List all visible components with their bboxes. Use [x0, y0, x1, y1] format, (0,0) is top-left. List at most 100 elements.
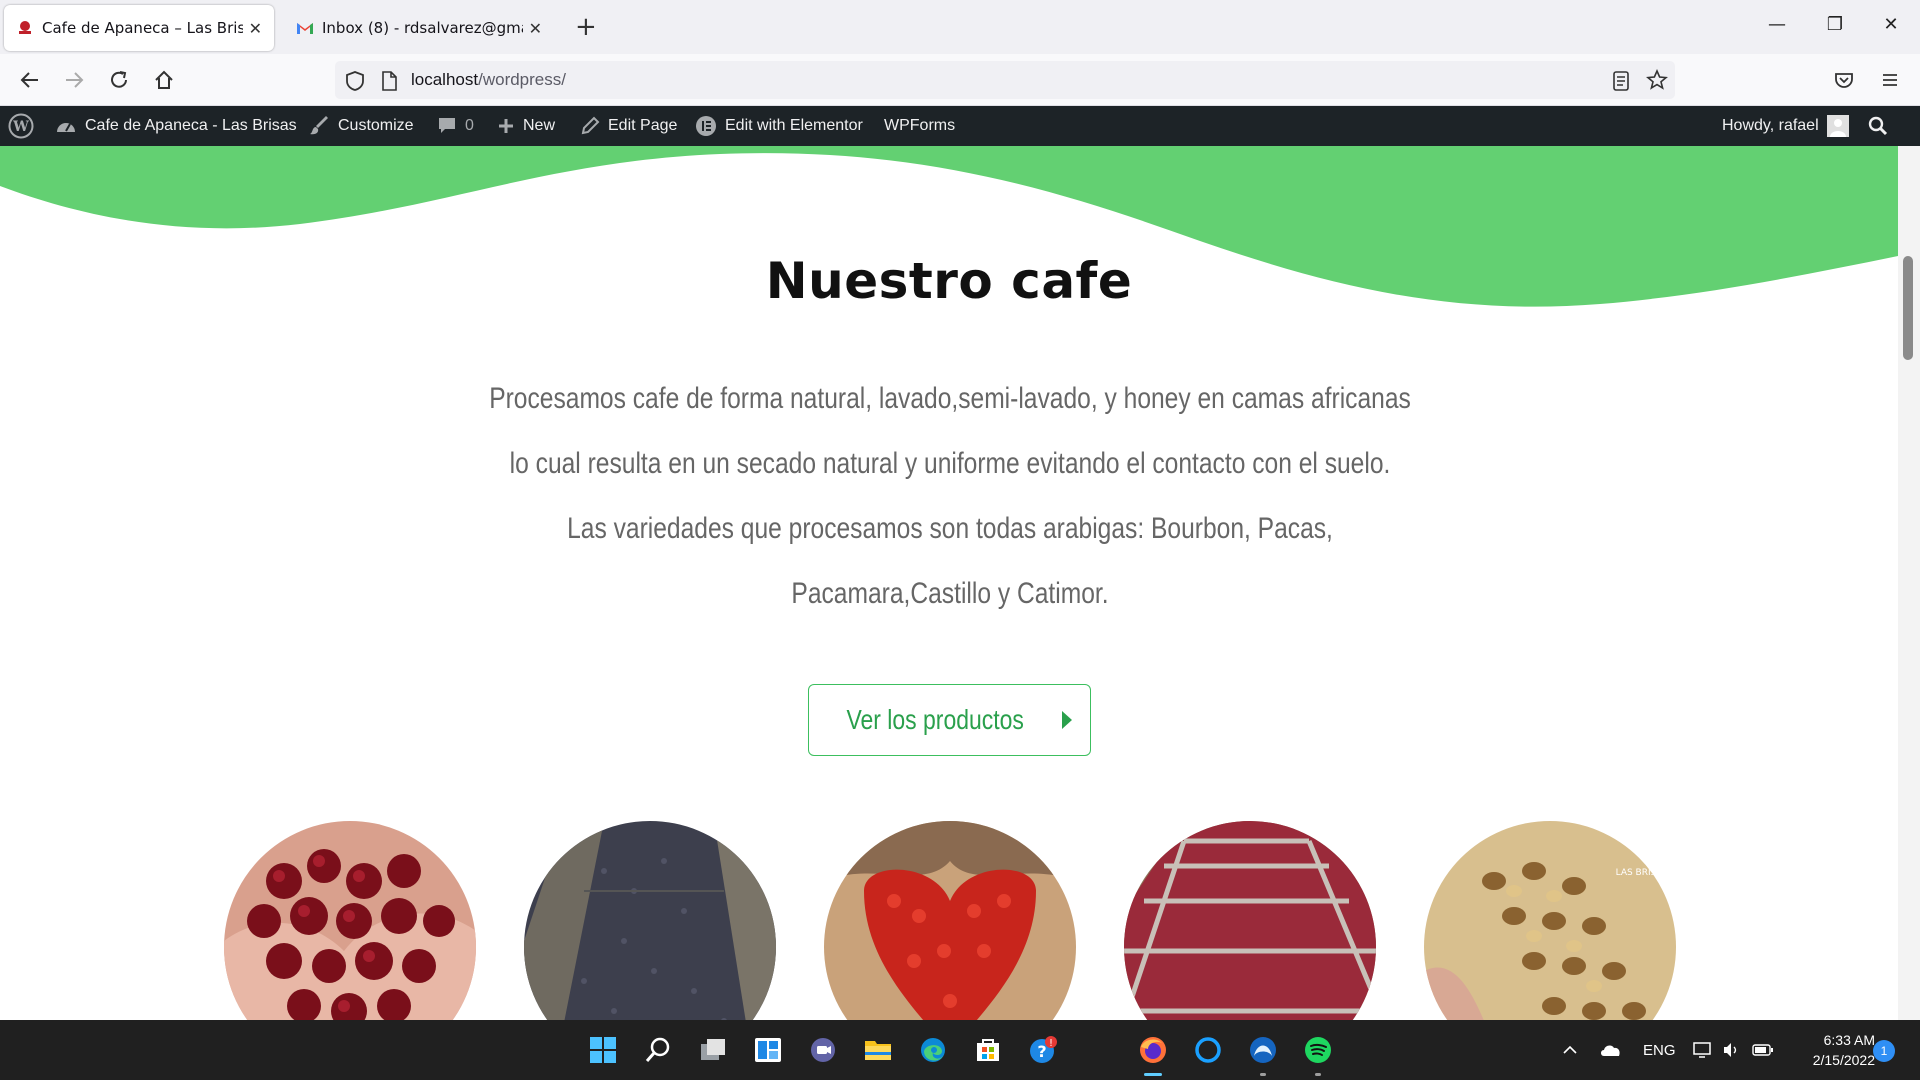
back-icon[interactable]	[14, 64, 46, 96]
tab-gmail-inbox[interactable]: Inbox (8) - rdsalvarez@gmail.co ✕	[284, 5, 554, 51]
minimize-icon[interactable]: —	[1762, 10, 1792, 40]
edge-icon[interactable]	[918, 1035, 948, 1065]
plus-icon	[497, 117, 515, 135]
url-path: /wordpress/	[478, 70, 566, 89]
address-bar[interactable]: localhost/wordpress/	[335, 61, 1675, 99]
firefox-active-indicator	[1144, 1073, 1162, 1076]
view-products-button[interactable]: Ver los productos	[808, 684, 1091, 756]
pencil-icon	[580, 116, 600, 136]
site-name-label: Cafe de Apaneca - Las Brisas	[85, 117, 297, 134]
svg-text:!: !	[1049, 1038, 1053, 1049]
page-icon	[382, 71, 397, 91]
admin-comments[interactable]: 0	[437, 106, 474, 146]
new-tab-icon[interactable]: +	[575, 12, 597, 42]
tray-chevron-up-icon[interactable]	[1562, 1020, 1578, 1080]
app-icon[interactable]	[1248, 1035, 1278, 1065]
caret-right-icon	[1061, 711, 1072, 729]
reader-view-icon[interactable]	[1611, 70, 1631, 92]
gmail-icon	[297, 23, 313, 34]
section-paragraph: Procesamos cafe de forma natural, lavado…	[483, 366, 1418, 626]
language-indicator[interactable]: ENG	[1643, 1020, 1676, 1080]
wordpress-logo-icon[interactable]: W	[8, 106, 34, 146]
teams-chat-icon[interactable]	[808, 1035, 838, 1065]
dashboard-icon	[55, 116, 77, 136]
photo-cherries-heart-on-sack	[824, 821, 1076, 1020]
admin-wpforms[interactable]: WPForms	[884, 106, 955, 146]
view-products-label: Ver los productos	[846, 704, 1025, 735]
admin-site-name[interactable]: Cafe de Apaneca - Las Brisas	[55, 106, 297, 146]
restore-icon[interactable]: ❐	[1820, 10, 1850, 40]
scrollbar-thumb[interactable]	[1903, 256, 1913, 360]
notification-badge[interactable]: 1	[1873, 1040, 1895, 1062]
firefox-icon[interactable]	[1138, 1035, 1168, 1065]
tab-label: Inbox (8) - rdsalvarez@gmail.co	[322, 19, 523, 37]
svg-text:W: W	[12, 119, 29, 135]
reload-icon[interactable]	[103, 64, 135, 96]
edit-page-label: Edit Page	[608, 117, 678, 134]
clock-time: 6:33 AM	[1823, 1032, 1875, 1048]
browser-nav-bar: localhost/wordpress/	[0, 54, 1920, 106]
close-window-icon[interactable]: ✕	[1876, 10, 1906, 40]
task-view-icon[interactable]	[698, 1035, 728, 1065]
wp-admin-bar: W Cafe de Apaneca - Las Brisas Customize…	[0, 106, 1920, 146]
brush-icon	[310, 116, 330, 136]
url-text[interactable]: localhost/wordpress/	[411, 70, 566, 90]
site-favicon-icon	[19, 21, 31, 34]
search-icon[interactable]	[643, 1035, 673, 1065]
comment-icon	[437, 116, 457, 136]
store-icon[interactable]	[973, 1035, 1003, 1065]
tab-close-icon[interactable]: ✕	[529, 19, 542, 38]
forward-icon[interactable]	[58, 64, 90, 96]
wpforms-label: WPForms	[884, 117, 956, 134]
tab-cafe-de-apaneca[interactable]: Cafe de Apaneca – Las Brisas – ✕	[4, 5, 274, 51]
svg-text:?: ?	[1037, 1042, 1046, 1061]
comments-count: 0	[465, 117, 474, 134]
admin-search-icon[interactable]	[1868, 106, 1888, 146]
paragraph-line: Las variedades que procesamos son todas …	[567, 512, 1333, 545]
taskbar-clock[interactable]: 6:33 AM 2/15/2022	[1775, 1030, 1875, 1070]
menu-icon[interactable]	[1874, 64, 1906, 96]
app-indicator	[1260, 1073, 1266, 1076]
page-scrollbar[interactable]	[1898, 146, 1920, 1020]
photo-dried-coffee-beds	[524, 821, 776, 1020]
onedrive-icon[interactable]	[1600, 1020, 1622, 1080]
widgets-icon[interactable]	[753, 1035, 783, 1065]
tab-label: Cafe de Apaneca – Las Brisas –	[42, 19, 243, 37]
photo-african-beds-red-cherries	[1124, 821, 1376, 1020]
admin-account[interactable]: Howdy, rafael	[1722, 106, 1849, 146]
admin-new[interactable]: New	[497, 106, 555, 146]
photo-badge-label: LAS BRISAS	[1616, 868, 1669, 878]
paragraph-line: Pacamara,Castillo y Catimor.	[791, 577, 1109, 610]
clock-date: 2/15/2022	[1812, 1052, 1875, 1068]
pocket-icon[interactable]	[1828, 64, 1860, 96]
admin-edit-page[interactable]: Edit Page	[580, 106, 677, 146]
home-icon[interactable]	[148, 64, 180, 96]
avatar	[1826, 115, 1849, 137]
file-explorer-icon[interactable]	[863, 1035, 893, 1065]
howdy-label: Howdy, rafael	[1722, 117, 1819, 134]
spotify-icon[interactable]	[1303, 1035, 1333, 1065]
volume-icon[interactable]	[1722, 1020, 1740, 1080]
customize-label: Customize	[338, 117, 414, 134]
admin-elementor[interactable]: Edit with Elementor	[695, 106, 863, 146]
network-icon[interactable]	[1693, 1020, 1715, 1080]
start-icon[interactable]	[588, 1035, 618, 1065]
windows-taskbar: ?! ENG 6:33 AM 2/15/2022 1	[0, 1020, 1920, 1080]
help-icon[interactable]: ?!	[1028, 1035, 1058, 1065]
photo-coffee-cherries-in-hand	[224, 821, 476, 1020]
spotify-indicator	[1315, 1073, 1321, 1076]
page-content: Nuestro cafe Procesamos cafe de forma na…	[0, 146, 1898, 1020]
photo-honey-processed-beans: LAS BRISAS	[1424, 821, 1676, 1020]
shield-icon[interactable]	[344, 70, 366, 92]
cortana-icon[interactable]	[1193, 1035, 1223, 1065]
browser-tab-bar: Cafe de Apaneca – Las Brisas – ✕ Inbox (…	[0, 0, 1920, 54]
bookmark-star-icon[interactable]	[1646, 69, 1668, 91]
tab-close-icon[interactable]: ✕	[249, 19, 262, 38]
paragraph-line: Procesamos cafe de forma natural, lavado…	[489, 382, 1411, 415]
new-label: New	[523, 117, 556, 134]
admin-customize[interactable]: Customize	[310, 106, 414, 146]
url-host: localhost	[411, 70, 479, 89]
elementor-icon	[695, 115, 717, 137]
paragraph-line: lo cual resulta en un secado natural y u…	[509, 447, 1391, 480]
battery-icon[interactable]	[1752, 1020, 1774, 1080]
